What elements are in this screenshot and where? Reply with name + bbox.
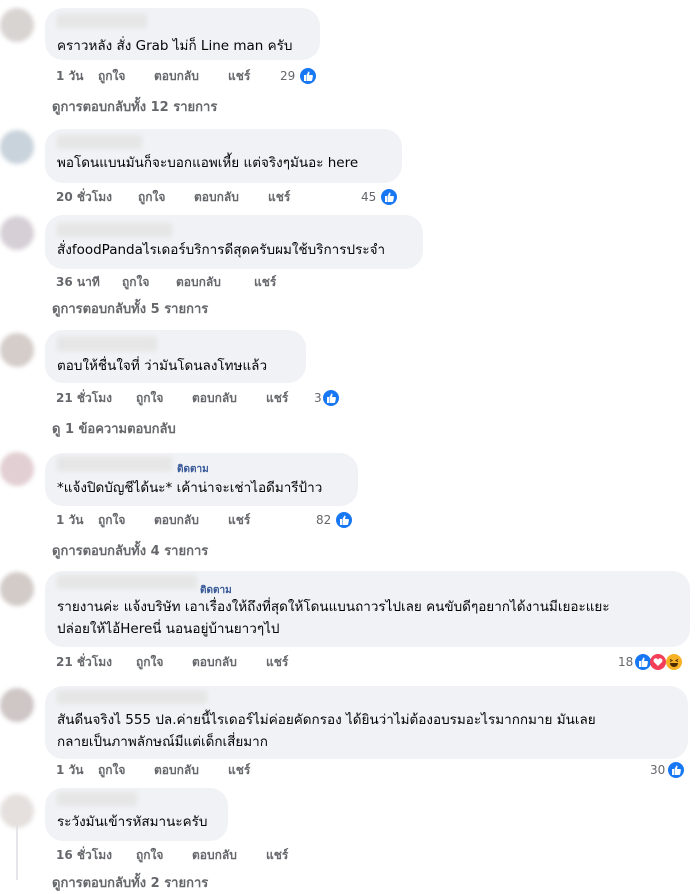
like-button[interactable]: ถูกใจ xyxy=(98,511,125,529)
reply-button[interactable]: ตอบกลับ xyxy=(192,653,237,671)
avatar[interactable] xyxy=(0,452,34,486)
commenter-name[interactable] xyxy=(57,14,147,28)
comment-time[interactable]: 16 ชั่วโมง xyxy=(56,846,112,864)
commenter-name[interactable] xyxy=(57,575,197,589)
comment-time[interactable]: 1 วัน xyxy=(56,511,83,529)
follow-link[interactable]: ติดตาม xyxy=(177,462,209,477)
avatar[interactable] xyxy=(0,216,34,250)
avatar[interactable] xyxy=(0,572,34,606)
comment-text-line-2: กลายเป็นภาพลักษณ์มีแต่เด็กเสี่ยมาก xyxy=(57,734,268,750)
share-button[interactable]: แชร์ xyxy=(268,188,290,206)
comment-text: คราวหลัง สั่ง Grab ไม่ก็ Line man ครับ xyxy=(57,38,293,54)
comment-time[interactable]: 1 วัน xyxy=(56,761,83,779)
avatar[interactable] xyxy=(0,688,34,722)
reply-button[interactable]: ตอบกลับ xyxy=(192,389,237,407)
share-button[interactable]: แชร์ xyxy=(254,273,276,291)
comment-text-line-1: สันดีนจริงไ 555 ปล.ค่ายนี้ไรเดอร์ไม่ค่อย… xyxy=(57,712,596,728)
reply-button[interactable]: ตอบกลับ xyxy=(154,761,199,779)
commenter-name[interactable] xyxy=(57,135,142,149)
like-icon xyxy=(668,762,684,778)
comment-time[interactable]: 21 ชั่วโมง xyxy=(56,653,112,671)
view-replies-link[interactable]: ดู 1 ข้อความตอบกลับ xyxy=(52,418,176,439)
commenter-name[interactable] xyxy=(57,337,157,351)
share-button[interactable]: แชร์ xyxy=(228,67,250,85)
reply-button[interactable]: ตอบกลับ xyxy=(154,511,199,529)
like-button[interactable]: ถูกใจ xyxy=(122,273,149,291)
comment-time[interactable]: 21 ชั่วโมง xyxy=(56,389,112,407)
share-button[interactable]: แชร์ xyxy=(266,846,288,864)
reply-button[interactable]: ตอบกลับ xyxy=(194,188,239,206)
comment-bubble: ติดตาม *แจ้งปิดบัญชีได้นะ* เค้าน่าจะเช่า… xyxy=(45,453,358,506)
like-button[interactable]: ถูกใจ xyxy=(138,188,165,206)
comment-text-line-2: ปล่อยให้ไอ้Hereนี่ นอนอยู่บ้านยาวๆไป xyxy=(57,621,280,637)
view-replies-link[interactable]: ดูการตอบกลับทั้ง 5 รายการ xyxy=(52,298,208,319)
comment-bubble: ตอบให้ชื่นใจที่ ว่ามันโดนลงโทษแล้ว xyxy=(45,330,306,383)
like-icon xyxy=(300,68,316,84)
like-button[interactable]: ถูกใจ xyxy=(136,389,163,407)
comment-bubble: ระวังมันเข้ารหัสมานะครับ xyxy=(45,788,228,841)
comment-text: ระวังมันเข้ารหัสมานะครับ xyxy=(57,814,208,830)
comment-time[interactable]: 1 วัน xyxy=(56,67,83,85)
comment-bubble: คราวหลัง สั่ง Grab ไม่ก็ Line man ครับ xyxy=(45,8,320,60)
commenter-name[interactable] xyxy=(57,457,172,471)
reaction-number: 30 xyxy=(650,763,666,777)
comment-bubble: พอโดนแบนมันก็จะบอกแอพเหี้ย แต่จริงๆมันอะ… xyxy=(45,129,402,183)
avatar[interactable] xyxy=(0,794,34,828)
view-replies-link[interactable]: ดูการตอบกลับทั้ง 2 รายการ xyxy=(52,872,208,893)
like-icon xyxy=(323,390,339,406)
comment-bubble: ติดตาม รายงานค่ะ แจ้งบริษัท เอาเรื่องให้… xyxy=(45,571,690,647)
reply-button[interactable]: ตอบกลับ xyxy=(176,273,221,291)
like-button[interactable]: ถูกใจ xyxy=(136,653,163,671)
like-icon xyxy=(381,189,397,205)
comment-bubble: สั่งfoodPandaไรเดอร์บริการดีสุดครับผมใช้… xyxy=(45,215,423,269)
like-button[interactable]: ถูกใจ xyxy=(98,761,125,779)
share-button[interactable]: แชร์ xyxy=(228,761,250,779)
share-button[interactable]: แชร์ xyxy=(228,511,250,529)
commenter-name[interactable] xyxy=(57,690,207,704)
avatar[interactable] xyxy=(0,333,34,367)
comment-time[interactable]: 20 ชั่วโมง xyxy=(56,188,112,206)
view-replies-link[interactable]: ดูการตอบกลับทั้ง 12 รายการ xyxy=(52,96,217,117)
share-button[interactable]: แชร์ xyxy=(266,653,288,671)
comment-text: สั่งfoodPandaไรเดอร์บริการดีสุดครับผมใช้… xyxy=(57,242,386,258)
follow-link[interactable]: ติดตาม xyxy=(200,583,232,598)
avatar[interactable] xyxy=(0,130,34,164)
avatar[interactable] xyxy=(0,8,34,42)
like-button[interactable]: ถูกใจ xyxy=(136,846,163,864)
comment-bubble: สันดีนจริงไ 555 ปล.ค่ายนี้ไรเดอร์ไม่ค่อย… xyxy=(45,686,688,759)
share-button[interactable]: แชร์ xyxy=(266,389,288,407)
commenter-name[interactable] xyxy=(57,223,172,237)
like-icon xyxy=(336,512,352,528)
reaction-number: 45 xyxy=(361,190,377,204)
comment-text-line-1: รายงานค่ะ แจ้งบริษัท เอาเรื่องให้ถึงที่ส… xyxy=(57,599,610,615)
reaction-number: 18 xyxy=(618,655,634,669)
haha-icon xyxy=(666,654,682,670)
comment-time[interactable]: 36 นาที xyxy=(56,273,100,291)
comment-text: *แจ้งปิดบัญชีได้นะ* เค้าน่าจะเช่าไอดีมาร… xyxy=(57,480,323,496)
like-icon xyxy=(635,654,651,670)
love-icon xyxy=(650,654,666,670)
comment-text: พอโดนแบนมันก็จะบอกแอพเหี้ย แต่จริงๆมันอะ… xyxy=(57,155,359,171)
reaction-number: 3 xyxy=(314,391,322,405)
view-replies-link[interactable]: ดูการตอบกลับทั้ง 4 รายการ xyxy=(52,540,208,561)
commenter-name[interactable] xyxy=(57,792,137,806)
reply-button[interactable]: ตอบกลับ xyxy=(192,846,237,864)
reaction-number: 29 xyxy=(280,69,296,83)
comment-text: ตอบให้ชื่นใจที่ ว่ามันโดนลงโทษแล้ว xyxy=(57,358,268,374)
reply-button[interactable]: ตอบกลับ xyxy=(154,67,199,85)
like-button[interactable]: ถูกใจ xyxy=(98,67,125,85)
reaction-number: 82 xyxy=(316,513,332,527)
